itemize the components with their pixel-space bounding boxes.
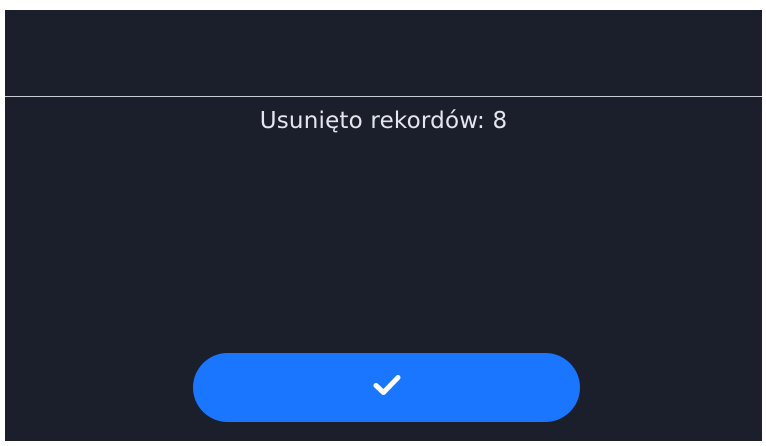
header-divider — [5, 96, 762, 97]
confirm-button[interactable] — [193, 353, 580, 422]
deleted-records-message: Usunięto rekordów: 8 — [259, 108, 508, 134]
checkmark-icon — [373, 374, 401, 401]
dialog-screen: Usunięto rekordów: 8 — [5, 10, 762, 441]
header-bar — [5, 10, 762, 96]
